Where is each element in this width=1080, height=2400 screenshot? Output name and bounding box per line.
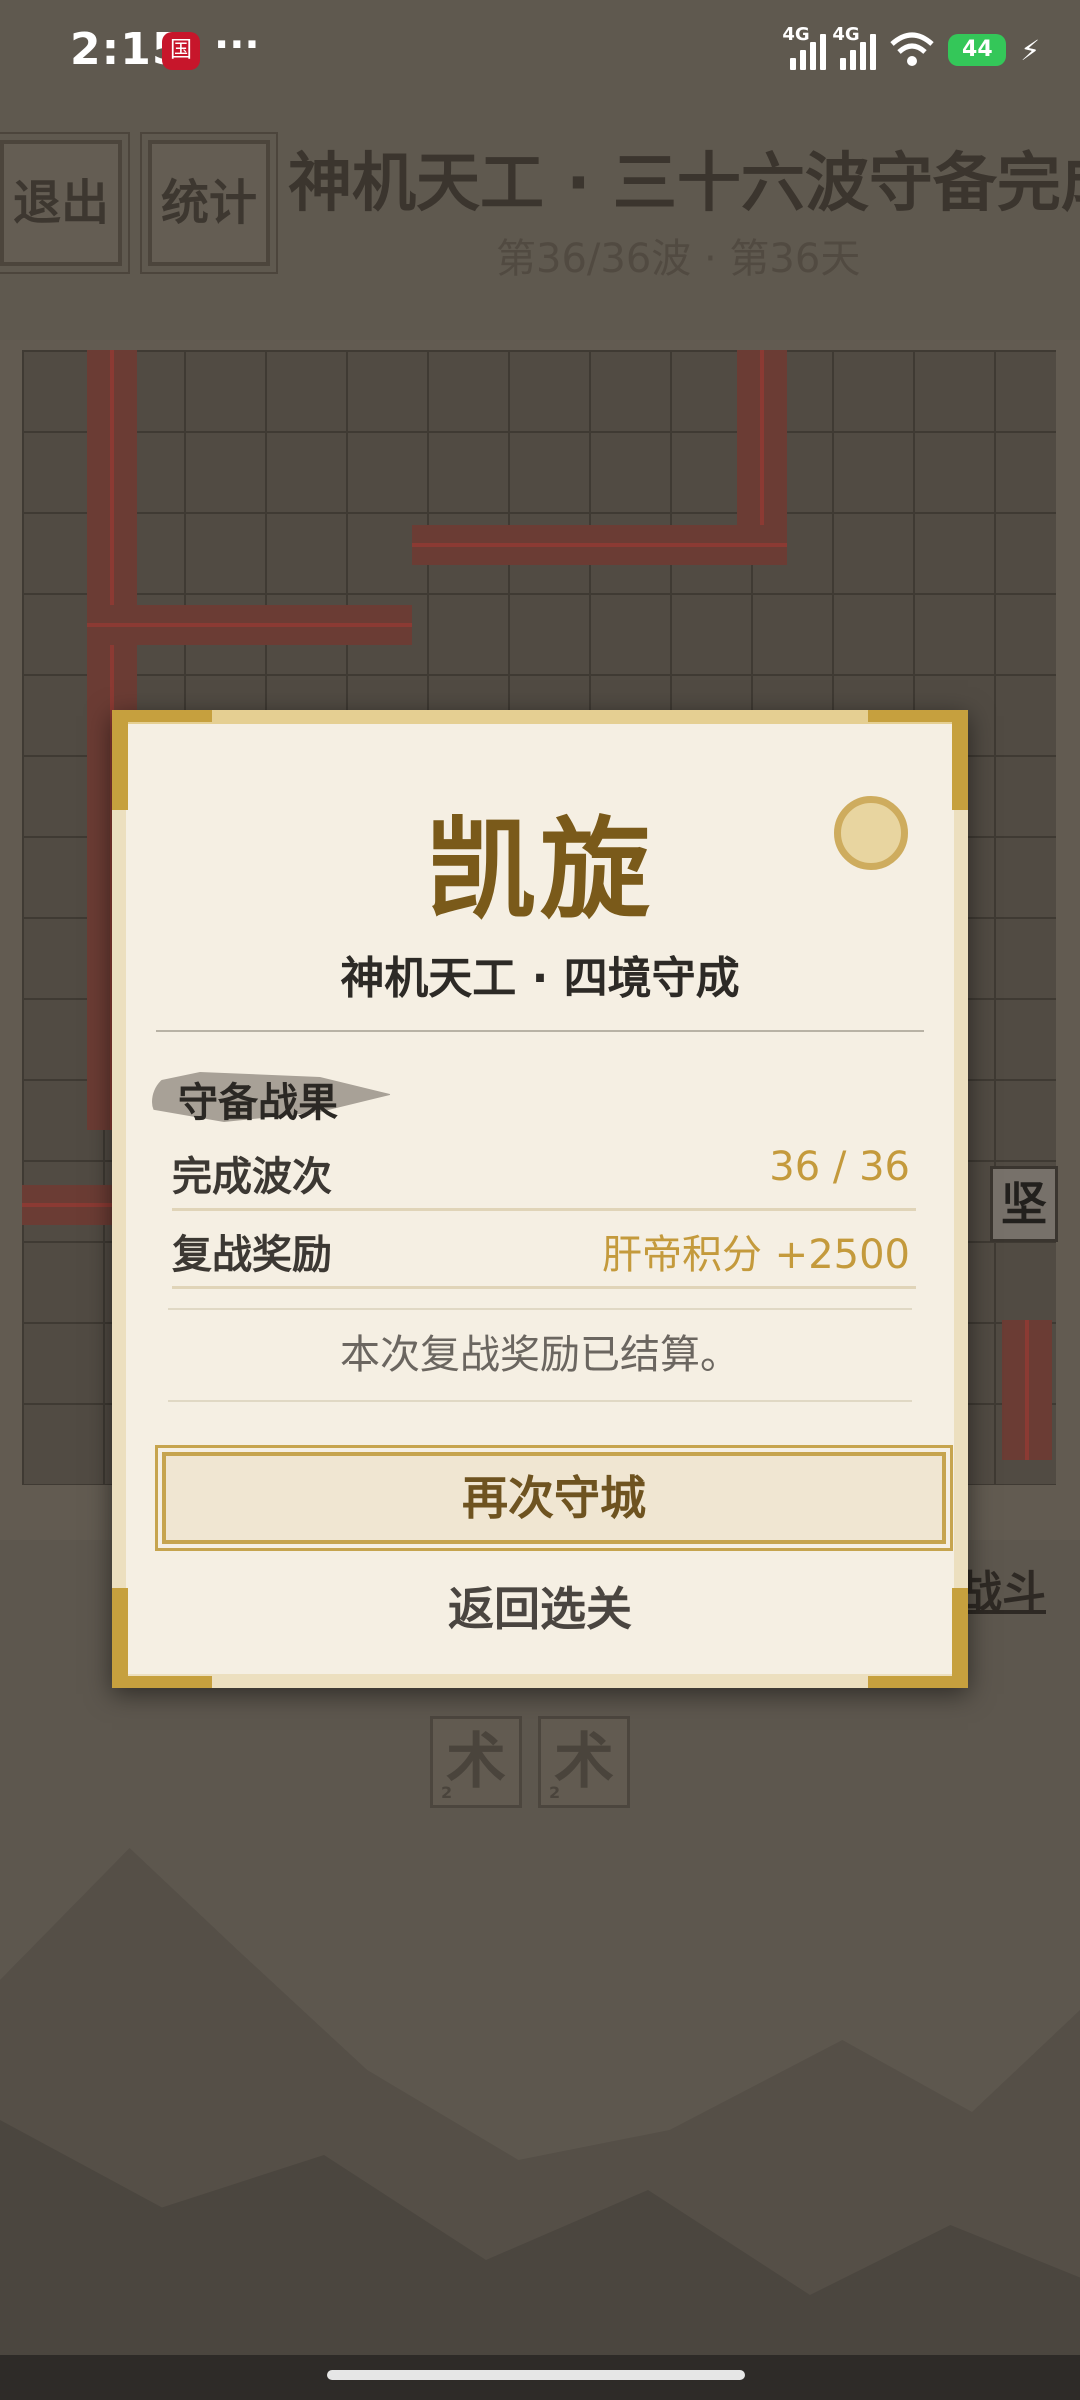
bank-app-icon: 国 (162, 32, 200, 70)
cellular-signal-icon: 4G (832, 24, 877, 70)
network-type: 4G (832, 24, 860, 45)
network-type: 4G (782, 24, 810, 45)
status-bar: 2:15 国 ··· 4G 4G 44 ⚡ (0, 0, 1080, 100)
corner-ornament (952, 1588, 968, 1688)
result-row: 完成波次 36 / 36 (172, 1136, 916, 1211)
corner-ornament (868, 710, 968, 722)
defend-again-button[interactable]: 再次守城 (155, 1445, 953, 1551)
skill-label: 术 (446, 1727, 506, 1797)
corner-ornament (112, 710, 212, 722)
skill-level: 2 (549, 1783, 561, 1802)
battle-link[interactable]: 战斗 (958, 1556, 1046, 1620)
skill-label: 术 (554, 1727, 614, 1797)
game-title: 神机天工 · 三十六波守备完成 (288, 147, 1080, 221)
more-notifications-icon: ··· (214, 22, 260, 68)
victory-dialog: 凯旋 神机天工 · 四境守成 守备战果 完成波次 36 / 36 复战奖励 肝帝… (112, 710, 968, 1688)
map-road (737, 350, 787, 550)
stats-button[interactable]: 统计 (140, 132, 278, 274)
fortify-tile[interactable]: 坚 (990, 1166, 1058, 1242)
corner-ornament (112, 1676, 212, 1688)
battery-icon: 44 (948, 34, 1007, 66)
exit-button[interactable]: 退出 (0, 132, 130, 274)
map-road (22, 1185, 112, 1225)
gold-seal-icon (834, 796, 908, 870)
charging-icon: ⚡ (1020, 33, 1040, 67)
section-label: 守备战果 (178, 1080, 338, 1126)
skill-level: 2 (441, 1783, 453, 1802)
dialog-title: 凯旋 (426, 806, 654, 934)
map-road (87, 605, 412, 645)
wave-progress: 第36/36波 · 第36天 (496, 236, 861, 282)
skill-card[interactable]: 术 2 (538, 1716, 630, 1808)
skill-card[interactable]: 术 2 (430, 1716, 522, 1808)
result-value: 肝帝积分 +2500 (601, 1232, 910, 1278)
result-row: 复战奖励 肝帝积分 +2500 (172, 1214, 916, 1289)
wifi-icon (890, 32, 934, 66)
corner-ornament (868, 1676, 968, 1688)
result-label: 完成波次 (172, 1154, 332, 1200)
settlement-notice: 本次复战奖励已结算。 (168, 1308, 912, 1402)
cellular-signal-icon: 4G (782, 24, 827, 70)
map-road (1002, 1320, 1052, 1460)
result-value: 36 / 36 (769, 1144, 910, 1190)
map-road (412, 525, 787, 565)
home-indicator[interactable] (327, 2370, 745, 2380)
section-header: 守备战果 (152, 1064, 392, 1126)
back-to-levels-button[interactable]: 返回选关 (126, 1564, 954, 1654)
result-label: 复战奖励 (172, 1232, 332, 1278)
divider (156, 1030, 924, 1032)
corner-ornament (952, 710, 968, 810)
dialog-subtitle: 神机天工 · 四境守成 (340, 953, 740, 1004)
